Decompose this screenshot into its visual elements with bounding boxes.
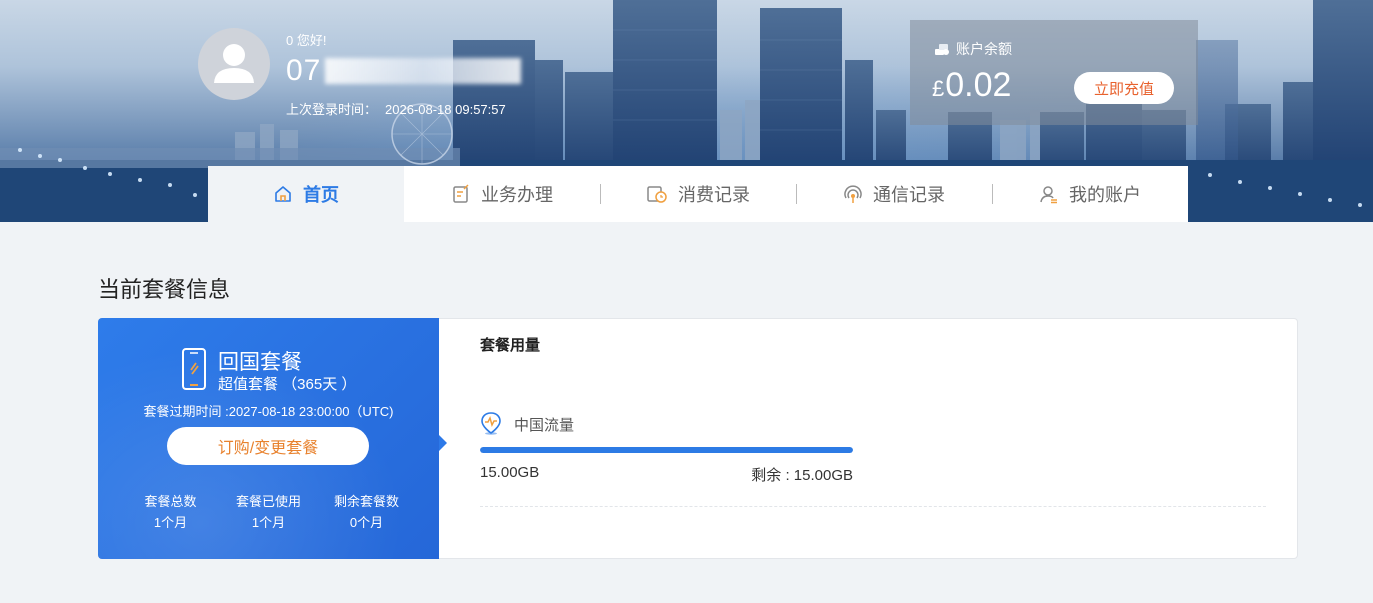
stat-remaining: 剩余套餐数 0个月	[318, 491, 416, 533]
main-nav: 首页 业务办理 消费记录 通信记录 我的账户	[208, 166, 1188, 222]
nav-item-label: 业务办理	[481, 185, 553, 205]
data-traffic-icon	[481, 412, 501, 435]
account-balance-panel: 账户余额 £0.02 立即充值	[910, 20, 1198, 125]
stat-value: 0个月	[349, 515, 384, 530]
last-login-value: 2026-08-18 09:57:57	[385, 102, 506, 117]
usage-title: 套餐用量	[480, 337, 541, 354]
usage-divider	[480, 506, 1266, 507]
header-banner: 0 您好! 07 上次登录时间： 2026-08-18 09:57:57 账户余额…	[0, 0, 1373, 222]
balance-label: 账户余额	[956, 41, 1012, 57]
package-name: 回国套餐	[218, 351, 302, 374]
usage-item-name: 中国流量	[514, 417, 575, 434]
billing-clock-icon	[647, 186, 667, 203]
change-package-button[interactable]: 订购/变更套餐	[167, 427, 369, 465]
nav-item-account[interactable]: 我的账户	[992, 166, 1188, 222]
user-account-icon	[1040, 186, 1057, 204]
nav-item-home[interactable]: 首页	[208, 166, 404, 222]
section-title: 当前套餐信息	[98, 277, 231, 302]
balance-currency: £	[932, 76, 945, 101]
recharge-button[interactable]: 立即充值	[1074, 72, 1174, 104]
mobile-phone-icon	[182, 348, 206, 390]
balance-value: 0.02	[945, 66, 1012, 104]
signal-icon	[844, 185, 862, 203]
last-login-time: 上次登录时间： 2026-08-18 09:57:57	[286, 99, 506, 118]
greeting-text: 0 您好!	[286, 33, 327, 48]
nav-item-service[interactable]: 业务办理	[404, 166, 600, 222]
balance-label-row: 账户余额	[934, 39, 1012, 59]
usage-remaining: 剩余 : 15.00GB	[751, 467, 853, 484]
last-login-label: 上次登录时间：	[286, 102, 378, 117]
home-icon	[275, 186, 291, 202]
nav-item-label: 通信记录	[873, 185, 945, 205]
phone-number: 07	[286, 54, 522, 88]
coins-icon	[935, 44, 949, 55]
stat-value: 1个月	[153, 515, 188, 530]
stat-value: 1个月	[251, 515, 286, 530]
phone-number-prefix: 07	[286, 54, 322, 87]
stat-label: 剩余套餐数	[333, 494, 399, 509]
service-icon	[453, 184, 469, 203]
user-avatar-icon	[214, 44, 254, 83]
package-stats: 套餐总数 1个月 套餐已使用 1个月 剩余套餐数 0个月	[98, 491, 439, 533]
stat-label: 套餐总数	[144, 494, 197, 509]
phone-number-mask	[325, 58, 522, 84]
stat-label: 套餐已使用	[235, 494, 301, 509]
balance-amount: £0.02	[932, 66, 1011, 105]
package-subtitle: 超值套餐 （365天 ）	[218, 376, 357, 393]
usage-progress-bar	[480, 447, 853, 453]
package-summary-panel: 回国套餐 超值套餐 （365天 ） 套餐过期时间 :2027-08-18 23:…	[98, 318, 439, 559]
avatar[interactable]	[198, 28, 270, 100]
stat-used: 套餐已使用 1个月	[220, 491, 318, 533]
stat-total: 套餐总数 1个月	[122, 491, 220, 533]
nav-item-billing[interactable]: 消费记录	[600, 166, 796, 222]
package-expire-time: 套餐过期时间 :2027-08-18 23:00:00（UTC)	[143, 404, 394, 419]
usage-progress-fill	[480, 447, 853, 453]
nav-item-communication[interactable]: 通信记录	[796, 166, 992, 222]
nav-item-label: 消费记录	[678, 185, 750, 205]
panel-pointer-arrow	[439, 435, 447, 451]
nav-item-label: 首页	[303, 185, 339, 205]
nav-item-label: 我的账户	[1069, 185, 1141, 205]
package-info-card: 回国套餐 超值套餐 （365天 ） 套餐过期时间 :2027-08-18 23:…	[98, 318, 1298, 559]
